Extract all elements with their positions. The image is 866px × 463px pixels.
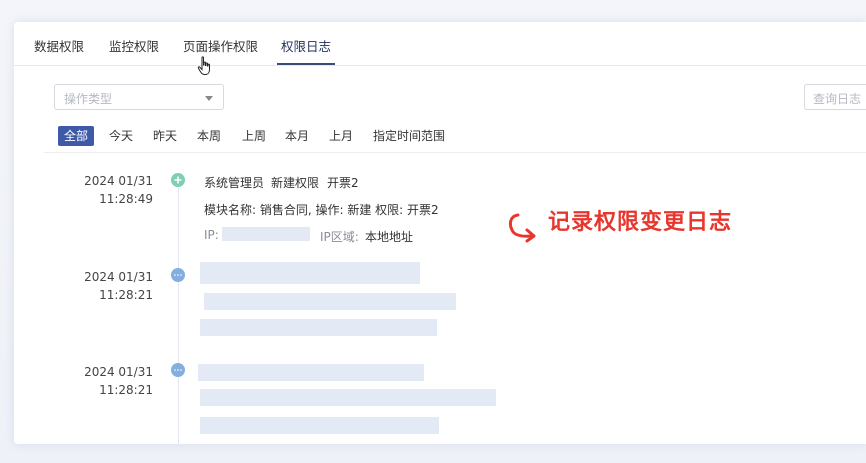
- log-entry-ip-label: IP:: [204, 228, 219, 242]
- tab-permission-log[interactable]: 权限日志: [281, 36, 331, 55]
- tab-page-operation-permission[interactable]: 页面操作权限: [183, 36, 258, 55]
- log-entry-date: 2024 01/31: [84, 270, 153, 284]
- hand-pointer-icon: [197, 56, 210, 75]
- date-chip-all[interactable]: 全部: [58, 126, 95, 146]
- active-tab-indicator: [277, 63, 335, 65]
- date-chip-this-month[interactable]: 本月: [285, 126, 309, 146]
- operation-type-select[interactable]: 操作类型: [54, 84, 224, 110]
- plus-icon: [171, 173, 185, 187]
- more-icon: [171, 268, 185, 282]
- redacted-entry-line: [200, 417, 439, 434]
- annotation-arrow-icon: [508, 213, 536, 243]
- annotation-label: 记录权限变更日志: [548, 210, 733, 235]
- permission-log-panel: 数据权限 监控权限 页面操作权限 权限日志 操作类型 查询日志 全部 今天 昨天…: [14, 22, 866, 444]
- log-entry-user: 系统管理员: [204, 176, 265, 190]
- tab-bar: 数据权限 监控权限 页面操作权限 权限日志: [14, 22, 866, 75]
- log-entry-detail: 模块名称: 销售合同, 操作: 新建 权限: 开票2: [204, 203, 439, 217]
- redacted-entry-line: [200, 262, 420, 284]
- log-entry-time: 11:28:21: [99, 383, 153, 397]
- date-chip-last-week[interactable]: 上周: [242, 126, 266, 146]
- log-entry-region-label: IP区域:: [320, 230, 359, 244]
- log-entry-date: 2024 01/31: [84, 174, 153, 188]
- search-log-input[interactable]: 查询日志: [804, 84, 866, 110]
- date-chip-yesterday[interactable]: 昨天: [153, 126, 177, 146]
- redacted-ip: [222, 227, 310, 241]
- chevron-down-icon: [205, 96, 213, 101]
- date-chip-last-month[interactable]: 上月: [329, 126, 353, 146]
- divider: [44, 152, 866, 153]
- log-entry-time: 11:28:21: [99, 288, 153, 302]
- more-icon: [171, 363, 185, 377]
- redacted-entry-line: [200, 389, 496, 406]
- log-entry-action: 新建权限: [271, 176, 320, 190]
- date-chip-custom-range[interactable]: 指定时间范围: [373, 126, 445, 146]
- log-entry-date: 2024 01/31: [84, 365, 153, 379]
- date-chip-today[interactable]: 今天: [109, 126, 133, 146]
- redacted-entry-line: [198, 364, 424, 381]
- log-entry-time: 11:28:49: [99, 192, 153, 206]
- redacted-entry-line: [200, 319, 437, 336]
- redacted-entry-line: [204, 293, 456, 310]
- tab-monitor-permission[interactable]: 监控权限: [109, 36, 159, 55]
- log-entry-region-value: 本地地址: [365, 230, 414, 244]
- date-chip-this-week[interactable]: 本周: [197, 126, 221, 146]
- tab-data-permission[interactable]: 数据权限: [34, 36, 84, 55]
- operation-type-placeholder: 操作类型: [64, 92, 113, 106]
- timeline-axis: [178, 188, 179, 444]
- log-entry-target: 开票2: [327, 176, 359, 190]
